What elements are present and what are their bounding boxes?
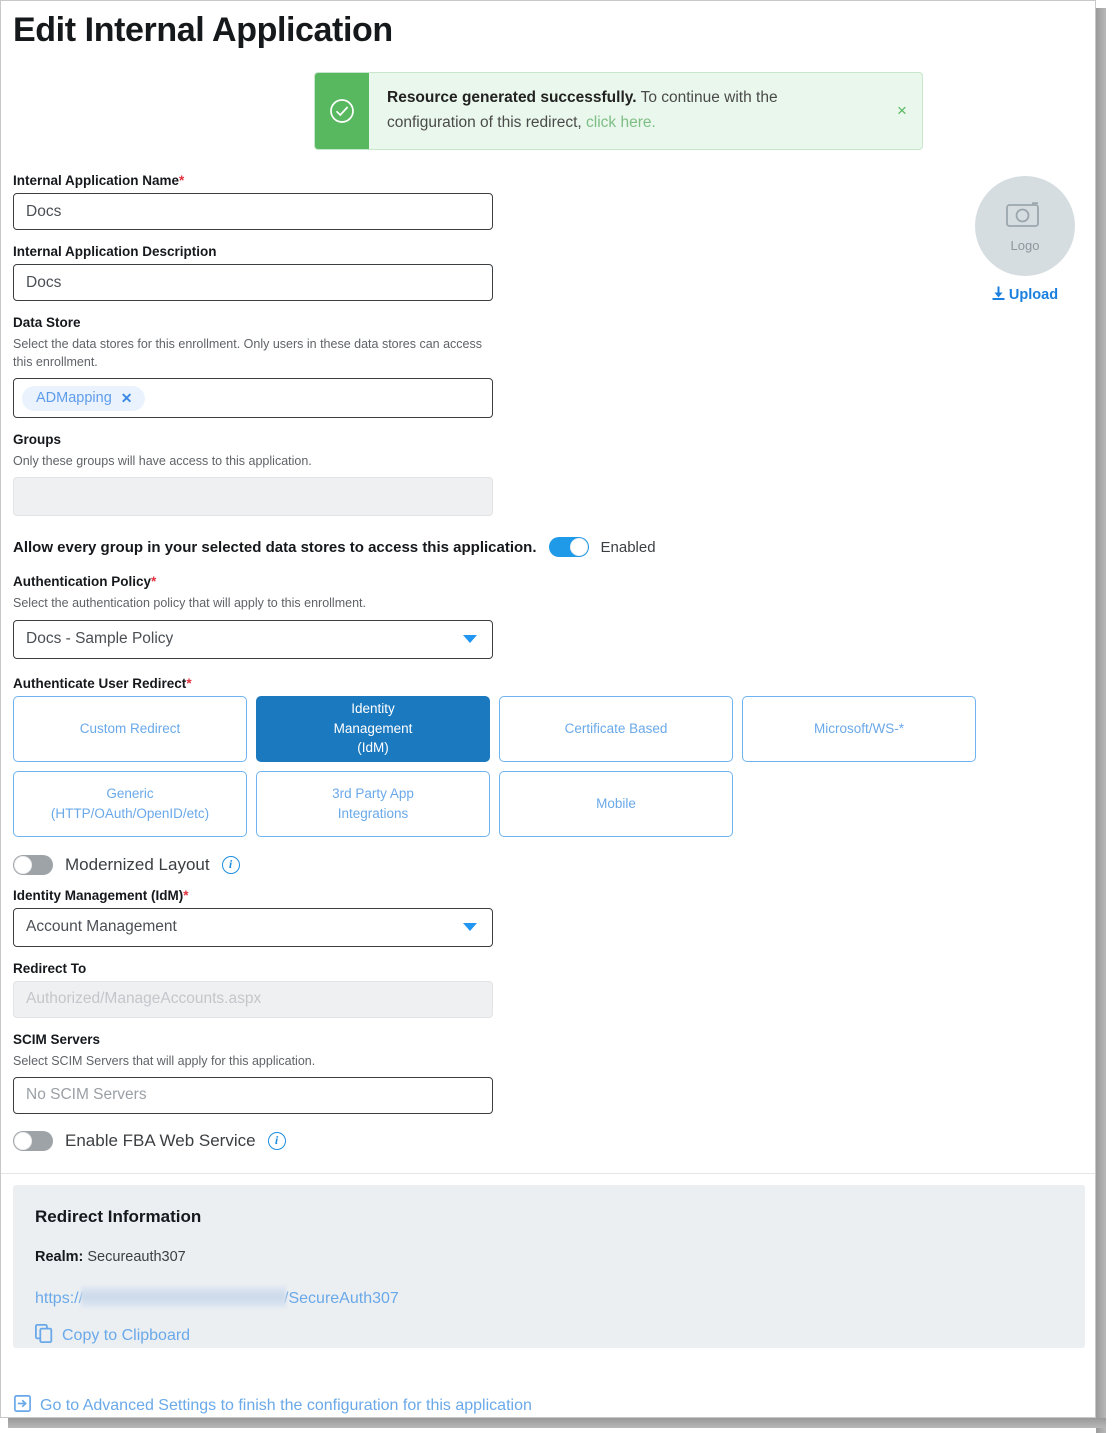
field-idm: Identity Management (IdM)* Account Manag… — [13, 888, 493, 947]
window-shadow-bottom — [8, 1418, 1106, 1428]
logo-upload-area: Logo Upload — [975, 176, 1075, 304]
auth-redirect-option[interactable]: Generic (HTTP/OAuth/OpenID/etc) — [13, 771, 247, 837]
info-icon[interactable]: i — [222, 856, 240, 874]
form-column: Internal Application Name* Docs Internal… — [13, 173, 493, 1151]
data-store-label: Data Store — [13, 315, 493, 330]
copy-icon — [35, 1324, 53, 1348]
idm-label: Identity Management (IdM)* — [13, 888, 493, 903]
field-app-description: Internal Application Description Docs — [13, 244, 493, 301]
redirect-to-input: Authorized/ManageAccounts.aspx — [13, 981, 493, 1018]
check-circle-icon — [315, 73, 369, 149]
auth-redirect-option[interactable]: Certificate Based — [499, 696, 733, 762]
data-store-hint: Select the data stores for this enrollme… — [13, 335, 483, 371]
redirect-to-label: Redirect To — [13, 961, 493, 976]
application-window: Edit Internal Application Resource gener… — [0, 0, 1096, 1418]
alert-click-here-link[interactable]: click here. — [586, 114, 656, 131]
advanced-settings-link[interactable]: Go to Advanced Settings to finish the co… — [14, 1395, 532, 1417]
auth-policy-select[interactable]: Docs - Sample Policy — [13, 620, 493, 659]
chevron-down-icon — [463, 635, 477, 643]
field-groups: Groups Only these groups will have acces… — [13, 432, 493, 516]
app-description-label: Internal Application Description — [13, 244, 493, 259]
logo-placeholder[interactable]: Logo — [975, 176, 1075, 276]
auth-redirect-option[interactable]: Mobile — [499, 771, 733, 837]
logo-caption: Logo — [1011, 238, 1040, 253]
field-redirect-to: Redirect To Authorized/ManageAccounts.as… — [13, 961, 493, 1018]
data-store-input[interactable]: ADMapping ✕ — [13, 378, 493, 418]
edit-internal-application-page: Edit Internal Application Resource gener… — [1, 13, 1096, 1418]
close-icon[interactable]: × — [882, 73, 922, 149]
required-marker: * — [179, 173, 184, 188]
field-scim-servers: SCIM Servers Select SCIM Servers that wi… — [13, 1032, 493, 1114]
groups-input[interactable] — [13, 477, 493, 516]
auth-redirect-option[interactable]: Microsoft/WS-* — [742, 696, 976, 762]
toggle-knob — [570, 538, 588, 556]
modernized-layout-label: Modernized Layout — [65, 855, 210, 875]
advanced-settings-label: Go to Advanced Settings to finish the co… — [40, 1397, 532, 1415]
auth-redirect-options: Custom RedirectIdentity Management (IdM)… — [13, 696, 983, 837]
fba-web-service-toggle[interactable] — [13, 1131, 53, 1151]
field-auth-policy: Authentication Policy* Select the authen… — [13, 574, 493, 658]
realm-key: Realm: — [35, 1249, 83, 1265]
info-icon[interactable]: i — [268, 1132, 286, 1150]
auth-redirect-option[interactable]: Identity Management (IdM) — [256, 696, 490, 762]
allow-every-group-label: Allow every group in your selected data … — [13, 539, 537, 556]
url-prefix: https:// — [35, 1290, 83, 1307]
redirect-url: https:// /SecureAuth307 — [35, 1286, 399, 1308]
auth-redirect-label: Authenticate User Redirect* — [13, 676, 493, 691]
fba-web-service-label: Enable FBA Web Service — [65, 1131, 256, 1151]
data-store-chip[interactable]: ADMapping ✕ — [22, 386, 145, 411]
scim-servers-label: SCIM Servers — [13, 1032, 493, 1047]
auth-policy-label: Authentication Policy* — [13, 574, 493, 589]
scim-servers-hint: Select SCIM Servers that will apply for … — [13, 1052, 483, 1070]
allow-every-group-toggle[interactable] — [549, 537, 589, 557]
field-auth-redirect: Authenticate User Redirect* Custom Redir… — [13, 676, 493, 837]
external-link-icon — [14, 1395, 31, 1417]
upload-label: Upload — [1009, 287, 1058, 303]
camera-icon — [1006, 200, 1044, 235]
url-suffix: /SecureAuth307 — [284, 1290, 399, 1307]
realm-value: Secureauth307 — [87, 1249, 185, 1265]
app-description-input[interactable]: Docs — [13, 264, 493, 301]
chip-remove-icon[interactable]: ✕ — [121, 390, 133, 407]
chevron-down-icon — [463, 923, 477, 931]
success-alert: Resource generated successfully. To cont… — [314, 72, 923, 150]
modernized-layout-row: Modernized Layout i — [13, 855, 493, 875]
auth-policy-hint: Select the authentication policy that wi… — [13, 594, 483, 612]
upload-button[interactable]: Upload — [975, 286, 1075, 304]
modernized-layout-toggle[interactable] — [13, 855, 53, 875]
allow-every-group-row: Allow every group in your selected data … — [13, 537, 713, 557]
toggle-knob — [14, 1132, 32, 1150]
redirect-information-title: Redirect Information — [35, 1207, 1063, 1227]
page-title: Edit Internal Application — [13, 13, 1096, 49]
data-store-chip-label: ADMapping — [36, 390, 112, 406]
window-shadow-right — [1096, 8, 1106, 1433]
divider — [1, 1173, 1096, 1174]
alert-message: Resource generated successfully. To cont… — [369, 73, 882, 149]
groups-hint: Only these groups will have access to th… — [13, 452, 483, 470]
app-name-label: Internal Application Name* — [13, 173, 493, 188]
required-marker: * — [186, 676, 191, 691]
realm-line: Realm: Secureauth307 — [35, 1249, 1063, 1265]
idm-value: Account Management — [26, 918, 177, 936]
required-marker: * — [151, 574, 156, 589]
fba-web-service-row: Enable FBA Web Service i — [13, 1131, 493, 1151]
auth-policy-value: Docs - Sample Policy — [26, 630, 173, 648]
redirect-information-panel: Redirect Information Realm: Secureauth30… — [13, 1185, 1085, 1348]
required-marker: * — [183, 888, 188, 903]
scim-servers-input[interactable]: No SCIM Servers — [13, 1077, 493, 1114]
copy-to-clipboard-label: Copy to Clipboard — [62, 1327, 190, 1345]
auth-redirect-option[interactable]: Custom Redirect — [13, 696, 247, 762]
app-name-input[interactable]: Docs — [13, 193, 493, 230]
field-app-name: Internal Application Name* Docs — [13, 173, 493, 230]
groups-label: Groups — [13, 432, 493, 447]
allow-every-group-state: Enabled — [601, 539, 656, 556]
alert-strong-text: Resource generated successfully. — [387, 89, 637, 106]
download-arrow-icon — [992, 286, 1005, 304]
idm-select[interactable]: Account Management — [13, 908, 493, 947]
auth-redirect-option[interactable]: 3rd Party App Integrations — [256, 771, 490, 837]
redacted-host — [81, 1286, 286, 1308]
toggle-knob — [14, 856, 32, 874]
copy-to-clipboard-button[interactable]: Copy to Clipboard — [35, 1324, 1063, 1348]
field-data-store: Data Store Select the data stores for th… — [13, 315, 493, 418]
